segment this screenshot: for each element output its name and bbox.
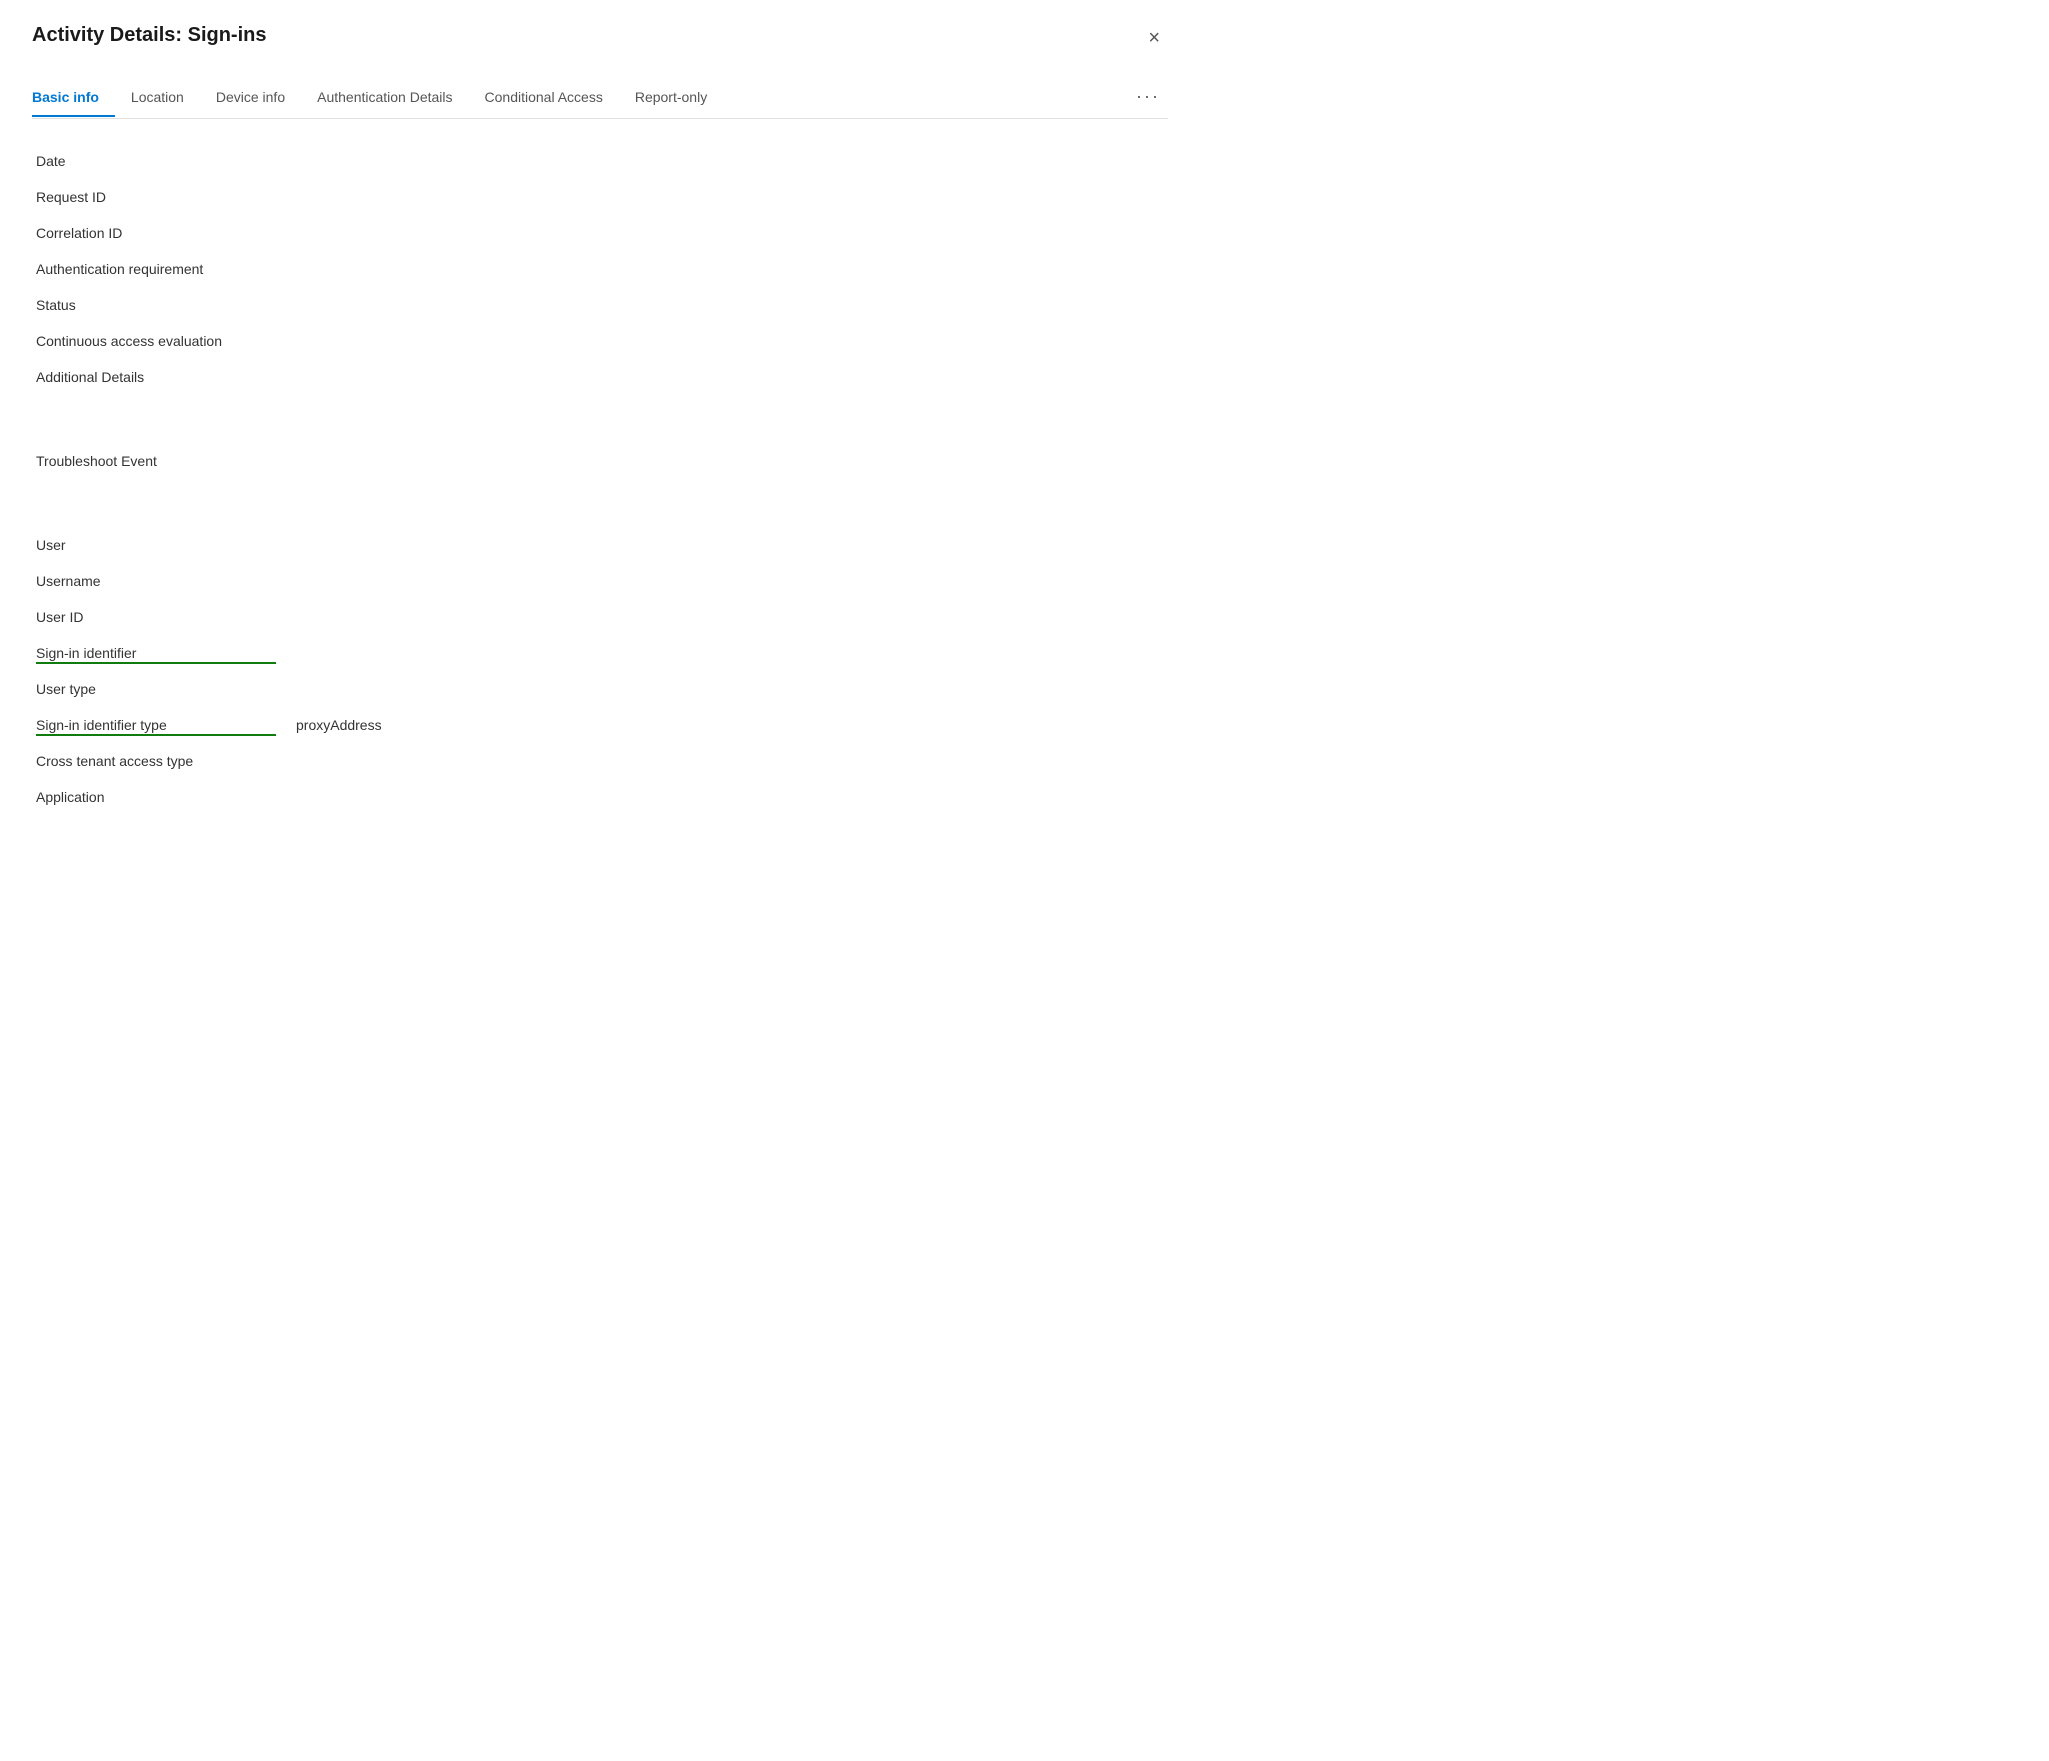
tab-conditional-access[interactable]: Conditional Access: [469, 79, 619, 117]
field-row-correlation-id: Correlation ID: [36, 215, 1164, 251]
field-label-cross-tenant-access-type: Cross tenant access type: [36, 753, 276, 769]
field-row-auth-requirement: Authentication requirement: [36, 251, 1164, 287]
activity-details-dialog: Activity Details: Sign-ins × Basic info …: [0, 0, 1200, 900]
field-row-additional-details: Additional Details: [36, 359, 1164, 395]
tab-authentication-details[interactable]: Authentication Details: [301, 79, 468, 117]
spacer-2: [36, 419, 1164, 443]
field-row-username: Username: [36, 563, 1164, 599]
dialog-header: Activity Details: Sign-ins ×: [32, 24, 1168, 52]
field-label-auth-requirement: Authentication requirement: [36, 261, 276, 277]
field-row-troubleshoot-event: Troubleshoot Event: [36, 443, 1164, 479]
field-label-request-id: Request ID: [36, 189, 276, 205]
tab-report-only[interactable]: Report-only: [619, 79, 723, 117]
field-row-cae: Continuous access evaluation: [36, 323, 1164, 359]
field-label-correlation-id: Correlation ID: [36, 225, 276, 241]
field-row-user: User: [36, 527, 1164, 563]
field-label-additional-details: Additional Details: [36, 369, 276, 385]
field-row-sign-in-identifier: Sign-in identifier: [36, 635, 1164, 671]
spacer-1: [36, 395, 1164, 419]
tab-basic-info[interactable]: Basic info: [32, 79, 115, 117]
field-label-user-id: User ID: [36, 609, 276, 625]
field-label-date: Date: [36, 153, 276, 169]
close-button[interactable]: ×: [1140, 24, 1168, 52]
fields-group-3: User Username User ID Sign-in identifier…: [36, 527, 1164, 815]
field-label-sign-in-identifier: Sign-in identifier: [36, 645, 276, 661]
fields-group-1: Date Request ID Correlation ID Authentic…: [36, 143, 1164, 395]
field-row-application: Application: [36, 779, 1164, 815]
spacer-3: [36, 479, 1164, 503]
field-label-application: Application: [36, 789, 276, 805]
field-row-user-type: User type: [36, 671, 1164, 707]
tab-content-basic-info: Date Request ID Correlation ID Authentic…: [32, 143, 1168, 815]
field-label-user-type: User type: [36, 681, 276, 697]
fields-group-2: Troubleshoot Event: [36, 443, 1164, 479]
field-label-user: User: [36, 537, 276, 553]
tab-device-info[interactable]: Device info: [200, 79, 301, 117]
field-row-user-id: User ID: [36, 599, 1164, 635]
field-label-troubleshoot-event: Troubleshoot Event: [36, 453, 276, 469]
dialog-title: Activity Details: Sign-ins: [32, 24, 267, 47]
spacer-4: [36, 503, 1164, 527]
field-row-status: Status: [36, 287, 1164, 323]
field-label-sign-in-identifier-type: Sign-in identifier type: [36, 717, 276, 733]
field-row-sign-in-identifier-type: Sign-in identifier type proxyAddress: [36, 707, 1164, 743]
field-label-cae: Continuous access evaluation: [36, 333, 276, 349]
field-label-status: Status: [36, 297, 276, 313]
field-label-username: Username: [36, 573, 276, 589]
field-row-request-id: Request ID: [36, 179, 1164, 215]
tab-bar: Basic info Location Device info Authenti…: [32, 76, 1168, 119]
field-value-sign-in-identifier-type: proxyAddress: [296, 717, 382, 733]
field-row-date: Date: [36, 143, 1164, 179]
tab-more-button[interactable]: ···: [1128, 76, 1168, 119]
field-row-cross-tenant-access-type: Cross tenant access type: [36, 743, 1164, 779]
tab-location[interactable]: Location: [115, 79, 200, 117]
